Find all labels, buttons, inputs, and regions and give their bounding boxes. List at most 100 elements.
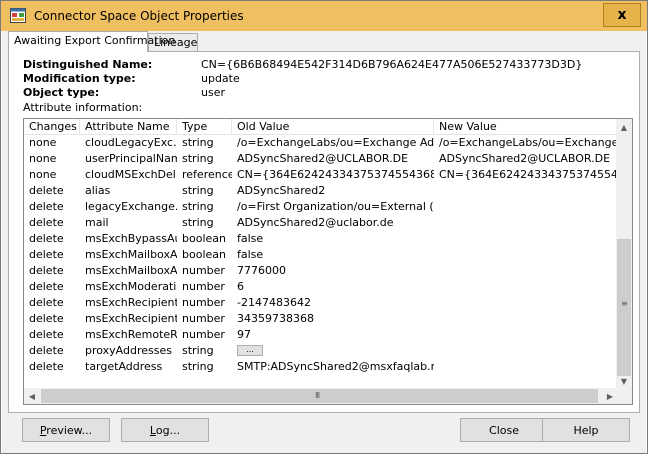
table-row[interactable]: delete msExchMailboxA... number 7776000 — [24, 263, 618, 279]
cell-type: reference — [182, 168, 232, 181]
scroll-up-icon[interactable]: ▲ — [616, 119, 632, 135]
object-type-label: Object type: — [23, 86, 100, 99]
table-row[interactable]: delete msExchModeratio... number 6 — [24, 279, 618, 295]
cell-attribute-name: cloudMSExchDel... — [85, 168, 177, 181]
table-row[interactable]: none cloudMSExchDel... reference CN={364E62… — [24, 167, 618, 183]
table-row[interactable]: none cloudLegacyExc... string/o=ExchangeLa… — [24, 135, 618, 151]
table-row[interactable]: none userPrincipalName string ADSyncShared2… — [24, 151, 618, 167]
cell-old-value: false — [237, 232, 264, 245]
cell-attribute-name: msExchModeratio... — [85, 280, 177, 293]
cell-attribute-name: msExchRecipient... — [85, 312, 177, 325]
scroll-left-icon[interactable]: ◀ — [24, 388, 40, 404]
cell-changes: delete — [29, 280, 64, 293]
distinguished-name-label: Distinguished Name: — [23, 58, 153, 71]
cell-old-value: ADSyncShared2@uclabor.de — [237, 216, 394, 229]
cell-attribute-name: legacyExchange... — [85, 200, 177, 213]
help-button[interactable]: Help — [542, 418, 630, 442]
cell-new-value — [434, 311, 618, 327]
preview-button[interactable]: Preview... — [22, 418, 110, 442]
cell-type: string — [182, 360, 214, 373]
table-row[interactable]: delete alias string ADSyncShared2 — [24, 183, 618, 199]
table-row[interactable]: delete mail string ADSyncShared2@uclabor.de — [24, 215, 618, 231]
cell-new-value — [434, 327, 618, 343]
table-row[interactable]: delete legacyExchange... string/o=First Or… — [24, 199, 618, 215]
modification-type-label: Modification type: — [23, 72, 136, 85]
cell-type: number — [182, 328, 225, 341]
cell-old-value: SMTP:ADSyncShared2@msxfaqlab.mail.o... — [237, 360, 434, 373]
cell-type: number — [182, 264, 225, 277]
cell-old-value: CN={364E6242433437537455436850724... — [237, 168, 434, 181]
column-header-type[interactable]: Type — [177, 119, 232, 135]
close-icon: x — [617, 7, 627, 23]
close-window-button[interactable]: x — [603, 3, 641, 27]
cell-changes: delete — [29, 328, 64, 341]
table-row[interactable]: delete targetAddress string SMTP:ADSyncShar… — [24, 359, 618, 375]
cell-attribute-name: msExchRecipient... — [85, 296, 177, 309]
cell-attribute-name: msExchRemoteR... — [85, 328, 177, 341]
cell-changes: none — [29, 168, 57, 181]
cell-attribute-name: targetAddress — [85, 360, 163, 373]
table-row[interactable]: delete msExchBypassAu... boolean false — [24, 231, 618, 247]
cell-changes: delete — [29, 232, 64, 245]
cell-new-value — [434, 295, 618, 311]
tab-awaiting-export-confirmation[interactable]: Awaiting Export Confirmation — [8, 31, 175, 52]
cell-new-value — [434, 215, 618, 231]
table-row[interactable]: delete msExchRemoteR... number 97 — [24, 327, 618, 343]
cell-changes: delete — [29, 296, 64, 309]
dialog-client-area: Awaiting Export Confirmation Lineage Dis… — [2, 31, 646, 453]
grid-rows: none cloudLegacyExc... string/o=ExchangeLa… — [24, 135, 618, 375]
table-row[interactable]: delete msExchRecipient... number 3435973836… — [24, 311, 618, 327]
cell-type: number — [182, 296, 225, 309]
cell-changes: delete — [29, 312, 64, 325]
column-header-new-value[interactable]: New Value — [434, 119, 632, 135]
cell-old-value: /o=First Organization/ou=External (FYDIB… — [237, 200, 434, 213]
horizontal-scroll-thumb[interactable]: III — [41, 389, 598, 403]
cell-attribute-name: msExchBypassAu... — [85, 232, 177, 245]
cell-changes: delete — [29, 248, 64, 261]
table-row[interactable]: delete msExchRecipient... number -214748364… — [24, 295, 618, 311]
cell-new-value: CN={364E624243343753745543685072 — [439, 168, 618, 181]
app-icon — [10, 8, 26, 23]
scroll-grip-icon: ≡ — [621, 299, 628, 308]
cell-changes: none — [29, 136, 57, 149]
modification-type-value: update — [201, 72, 240, 85]
scroll-grip-icon: III — [315, 391, 320, 400]
close-button[interactable]: Close — [460, 418, 548, 442]
table-row[interactable]: delete proxyAddresses string... — [24, 343, 618, 359]
vertical-scroll-thumb[interactable]: ≡ — [617, 239, 631, 376]
cell-old-value: 97 — [237, 328, 251, 341]
cell-attribute-name: proxyAddresses — [85, 344, 172, 357]
cell-new-value — [434, 359, 618, 375]
title-bar[interactable]: Connector Space Object Properties x — [1, 1, 647, 31]
column-header-old-value[interactable]: Old Value — [232, 119, 434, 135]
cell-attribute-name: alias — [85, 184, 111, 197]
cell-type: number — [182, 312, 225, 325]
cell-type: string — [182, 200, 214, 213]
cell-new-value — [434, 247, 618, 263]
log-button[interactable]: Log... — [121, 418, 209, 442]
cell-new-value — [434, 199, 618, 215]
cell-type: string — [182, 184, 214, 197]
attribute-grid[interactable]: Changes Attribute Name Type Old Value Ne… — [23, 118, 633, 405]
cell-old-value: /o=ExchangeLabs/ou=Exchange Administ... — [237, 136, 434, 149]
object-type-value: user — [201, 86, 225, 99]
cell-new-value — [434, 231, 618, 247]
cell-old-value: 34359738368 — [237, 312, 314, 325]
column-header-changes[interactable]: Changes — [24, 119, 80, 135]
scroll-down-icon[interactable]: ▼ — [616, 373, 632, 389]
ellipsis-button[interactable]: ... — [237, 345, 263, 356]
horizontal-scrollbar[interactable]: ◀ III ▶ — [24, 388, 618, 404]
cell-new-value: ADSyncShared2@UCLABOR.DE — [439, 152, 611, 165]
cell-attribute-name: msExchMailboxA... — [85, 248, 177, 261]
cell-old-value: ... — [232, 343, 434, 359]
vertical-scrollbar[interactable]: ▲ ≡ ▼ — [616, 119, 632, 389]
cell-changes: delete — [29, 184, 64, 197]
grid-header: Changes Attribute Name Type Old Value Ne… — [24, 119, 618, 135]
cell-type: boolean — [182, 248, 226, 261]
cell-changes: delete — [29, 344, 64, 357]
cell-new-value — [434, 263, 618, 279]
table-row[interactable]: delete msExchMailboxA... boolean false — [24, 247, 618, 263]
column-header-attribute-name[interactable]: Attribute Name — [80, 119, 177, 135]
cell-changes: delete — [29, 200, 64, 213]
cell-type: string — [182, 136, 214, 149]
